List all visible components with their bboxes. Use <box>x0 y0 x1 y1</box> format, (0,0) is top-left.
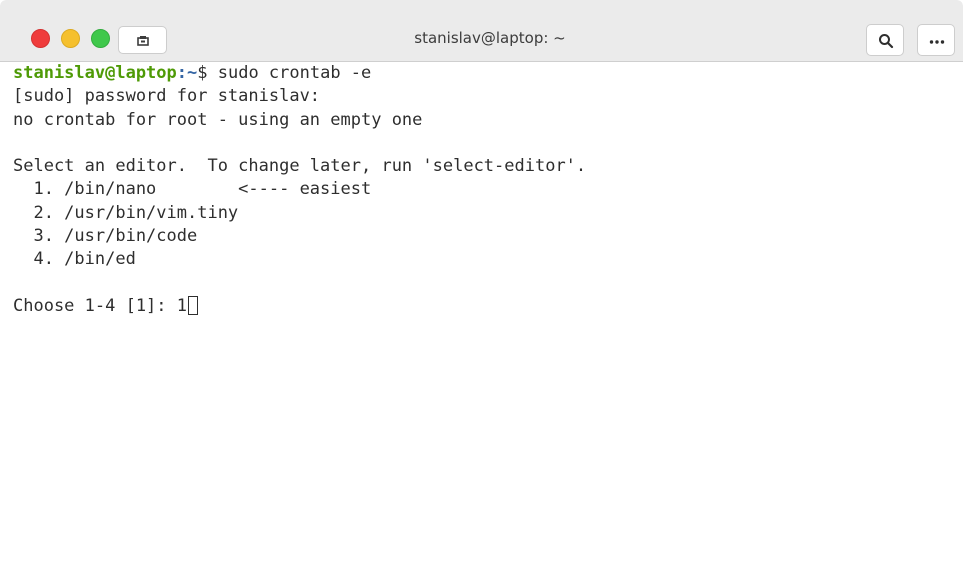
output-line: Select an editor. To change later, run '… <box>13 156 587 177</box>
menu-button[interactable] <box>917 24 955 56</box>
more-icon <box>929 40 945 44</box>
minimize-button[interactable] <box>61 29 80 48</box>
output-line: 1. /bin/nano <---- easiest <box>13 179 372 200</box>
output-line: no crontab for root - using an empty one <box>13 109 423 130</box>
prompt-user: stanislav@laptop <box>13 63 177 83</box>
output-line: 4. /bin/ed <box>13 249 136 270</box>
choose-prompt: Choose 1-4 [1]: 1 <box>13 295 187 316</box>
command-text: sudo crontab -e <box>217 63 372 83</box>
title-bar[interactable]: stanislav@laptop: ~ <box>0 0 963 62</box>
input-line[interactable]: Choose 1-4 [1]: 1 <box>13 295 963 318</box>
window-title: stanislav@laptop: ~ <box>414 29 566 47</box>
maximize-button[interactable] <box>91 29 110 48</box>
new-tab-button[interactable] <box>118 26 167 54</box>
terminal-output[interactable]: stanislav@laptop:~$ sudo crontab -e [sud… <box>0 62 963 574</box>
search-icon <box>879 34 894 49</box>
output-line: [sudo] password for stanislav: <box>13 86 321 107</box>
prompt-line: stanislav@laptop:~$ sudo crontab -e <box>13 62 963 85</box>
close-button[interactable] <box>31 29 50 48</box>
prompt-symbol: $ <box>197 63 218 83</box>
new-tab-icon <box>137 36 149 46</box>
terminal-cursor <box>188 295 198 315</box>
output-line: 3. /usr/bin/code <box>13 226 198 247</box>
prompt-path: :~ <box>176 63 198 83</box>
search-button[interactable] <box>866 24 904 56</box>
output-line: 2. /usr/bin/vim.tiny <box>13 202 239 223</box>
terminal-window: stanislav@laptop: ~ stanislav@laptop:~$ … <box>0 0 963 574</box>
